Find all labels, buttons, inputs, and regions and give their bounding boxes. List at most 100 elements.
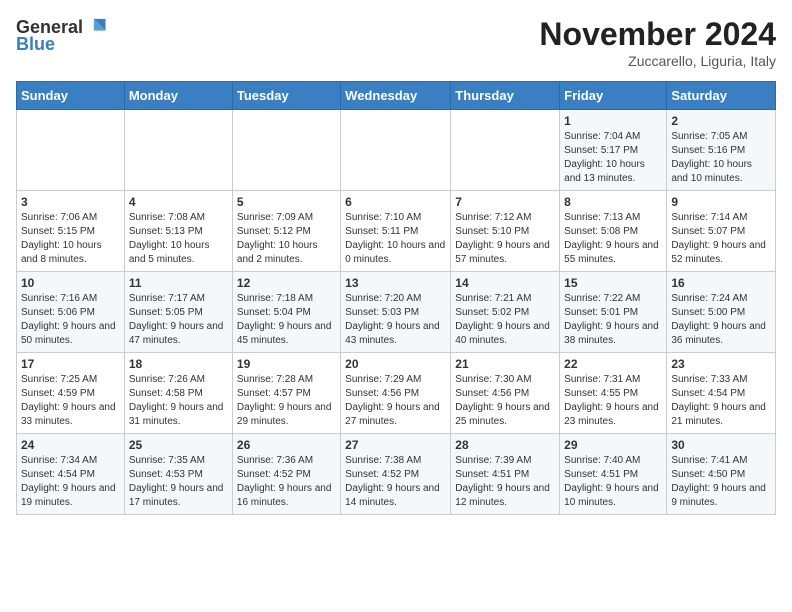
day-info: Sunrise: 7:34 AM Sunset: 4:54 PM Dayligh… — [21, 454, 120, 510]
calendar-body: 1 Sunrise: 7:04 AM Sunset: 5:17 PM Daylig… — [17, 110, 776, 515]
day-info: Sunrise: 7:21 AM Sunset: 5:02 PM Dayligh… — [455, 292, 555, 348]
day-info: Sunrise: 7:29 AM Sunset: 4:56 PM Dayligh… — [345, 373, 446, 429]
calendar-day-cell: 16 Sunrise: 7:24 AM Sunset: 5:00 PM Dayli… — [667, 272, 776, 353]
month-title: November 2024 — [539, 16, 776, 53]
logo-blue-text: Blue — [16, 34, 55, 55]
day-number: 1 — [564, 114, 662, 128]
day-info: Sunrise: 7:39 AM Sunset: 4:51 PM Dayligh… — [455, 454, 555, 510]
day-info: Sunrise: 7:16 AM Sunset: 5:06 PM Dayligh… — [21, 292, 120, 348]
calendar-day-cell: 17 Sunrise: 7:25 AM Sunset: 4:59 PM Dayli… — [17, 353, 125, 434]
calendar-day-cell: 22 Sunrise: 7:31 AM Sunset: 4:55 PM Dayli… — [560, 353, 667, 434]
calendar-day-cell: 11 Sunrise: 7:17 AM Sunset: 5:05 PM Dayli… — [124, 272, 232, 353]
day-info: Sunrise: 7:33 AM Sunset: 4:54 PM Dayligh… — [671, 373, 771, 429]
day-number: 8 — [564, 195, 662, 209]
day-number: 9 — [671, 195, 771, 209]
day-number: 23 — [671, 357, 771, 371]
day-info: Sunrise: 7:12 AM Sunset: 5:10 PM Dayligh… — [455, 211, 555, 267]
calendar-header: SundayMondayTuesdayWednesdayThursdayFrid… — [17, 82, 776, 110]
day-number: 13 — [345, 276, 446, 290]
calendar-day-cell: 18Sunrise: 7:26 AM Sunset: 4:58 PM Dayli… — [124, 353, 232, 434]
calendar-day-cell: 8Sunrise: 7:13 AM Sunset: 5:08 PM Daylig… — [560, 191, 667, 272]
day-info: Sunrise: 7:17 AM Sunset: 5:05 PM Dayligh… — [129, 292, 228, 348]
calendar-day-cell: 29 Sunrise: 7:40 AM Sunset: 4:51 PM Dayli… — [560, 434, 667, 515]
calendar-day-cell: 12 Sunrise: 7:18 AM Sunset: 5:04 PM Dayli… — [232, 272, 340, 353]
day-info: Sunrise: 7:22 AM Sunset: 5:01 PM Dayligh… — [564, 292, 662, 348]
day-info: Sunrise: 7:04 AM Sunset: 5:17 PM Dayligh… — [564, 130, 662, 186]
calendar-day-cell — [232, 110, 340, 191]
day-info: Sunrise: 7:06 AM Sunset: 5:15 PM Dayligh… — [21, 211, 120, 267]
header-row: SundayMondayTuesdayWednesdayThursdayFrid… — [17, 82, 776, 110]
location-subtitle: Zuccarello, Liguria, Italy — [539, 53, 776, 69]
calendar-week-row: 1 Sunrise: 7:04 AM Sunset: 5:17 PM Daylig… — [17, 110, 776, 191]
calendar-day-cell: 28 Sunrise: 7:39 AM Sunset: 4:51 PM Dayli… — [451, 434, 560, 515]
day-info: Sunrise: 7:40 AM Sunset: 4:51 PM Dayligh… — [564, 454, 662, 510]
day-number: 30 — [671, 438, 771, 452]
day-info: Sunrise: 7:30 AM Sunset: 4:56 PM Dayligh… — [455, 373, 555, 429]
day-number: 17 — [21, 357, 120, 371]
day-info: Sunrise: 7:35 AM Sunset: 4:53 PM Dayligh… — [129, 454, 228, 510]
day-number: 2 — [671, 114, 771, 128]
day-number: 19 — [237, 357, 336, 371]
calendar-day-cell: 25 Sunrise: 7:35 AM Sunset: 4:53 PM Dayli… — [124, 434, 232, 515]
day-number: 6 — [345, 195, 446, 209]
day-of-week-header: Sunday — [17, 82, 125, 110]
day-info: Sunrise: 7:08 AM Sunset: 5:13 PM Dayligh… — [129, 211, 228, 267]
day-number: 7 — [455, 195, 555, 209]
day-number: 11 — [129, 276, 228, 290]
day-info: Sunrise: 7:28 AM Sunset: 4:57 PM Dayligh… — [237, 373, 336, 429]
day-info: Sunrise: 7:24 AM Sunset: 5:00 PM Dayligh… — [671, 292, 771, 348]
calendar-week-row: 10 Sunrise: 7:16 AM Sunset: 5:06 PM Dayli… — [17, 272, 776, 353]
calendar-day-cell: 4 Sunrise: 7:08 AM Sunset: 5:13 PM Daylig… — [124, 191, 232, 272]
day-info: Sunrise: 7:09 AM Sunset: 5:12 PM Dayligh… — [237, 211, 336, 267]
day-number: 21 — [455, 357, 555, 371]
day-number: 27 — [345, 438, 446, 452]
day-number: 12 — [237, 276, 336, 290]
calendar-day-cell: 27Sunrise: 7:38 AM Sunset: 4:52 PM Dayli… — [341, 434, 451, 515]
calendar-day-cell: 3Sunrise: 7:06 AM Sunset: 5:15 PM Daylig… — [17, 191, 125, 272]
day-info: Sunrise: 7:41 AM Sunset: 4:50 PM Dayligh… — [671, 454, 771, 510]
calendar-table: SundayMondayTuesdayWednesdayThursdayFrid… — [16, 81, 776, 515]
day-number: 4 — [129, 195, 228, 209]
day-number: 10 — [21, 276, 120, 290]
day-of-week-header: Thursday — [451, 82, 560, 110]
day-number: 5 — [237, 195, 336, 209]
day-number: 29 — [564, 438, 662, 452]
day-info: Sunrise: 7:10 AM Sunset: 5:11 PM Dayligh… — [345, 211, 446, 267]
calendar-day-cell — [124, 110, 232, 191]
day-info: Sunrise: 7:05 AM Sunset: 5:16 PM Dayligh… — [671, 130, 771, 186]
calendar-week-row: 17 Sunrise: 7:25 AM Sunset: 4:59 PM Dayli… — [17, 353, 776, 434]
day-number: 16 — [671, 276, 771, 290]
calendar-day-cell — [17, 110, 125, 191]
calendar-day-cell: 15Sunrise: 7:22 AM Sunset: 5:01 PM Dayli… — [560, 272, 667, 353]
calendar-day-cell: 23 Sunrise: 7:33 AM Sunset: 4:54 PM Dayli… — [667, 353, 776, 434]
day-of-week-header: Monday — [124, 82, 232, 110]
calendar-day-cell: 24 Sunrise: 7:34 AM Sunset: 4:54 PM Dayli… — [17, 434, 125, 515]
calendar-day-cell: 7 Sunrise: 7:12 AM Sunset: 5:10 PM Daylig… — [451, 191, 560, 272]
logo: General Blue — [16, 16, 107, 55]
day-number: 20 — [345, 357, 446, 371]
calendar-day-cell: 2 Sunrise: 7:05 AM Sunset: 5:16 PM Daylig… — [667, 110, 776, 191]
day-of-week-header: Saturday — [667, 82, 776, 110]
day-info: Sunrise: 7:31 AM Sunset: 4:55 PM Dayligh… — [564, 373, 662, 429]
calendar-week-row: 24 Sunrise: 7:34 AM Sunset: 4:54 PM Dayli… — [17, 434, 776, 515]
calendar-day-cell: 6 Sunrise: 7:10 AM Sunset: 5:11 PM Daylig… — [341, 191, 451, 272]
calendar-day-cell: 30 Sunrise: 7:41 AM Sunset: 4:50 PM Dayli… — [667, 434, 776, 515]
day-info: Sunrise: 7:18 AM Sunset: 5:04 PM Dayligh… — [237, 292, 336, 348]
day-number: 22 — [564, 357, 662, 371]
title-section: November 2024 Zuccarello, Liguria, Italy — [539, 16, 776, 69]
calendar-day-cell — [341, 110, 451, 191]
day-info: Sunrise: 7:14 AM Sunset: 5:07 PM Dayligh… — [671, 211, 771, 267]
day-number: 26 — [237, 438, 336, 452]
calendar-week-row: 3Sunrise: 7:06 AM Sunset: 5:15 PM Daylig… — [17, 191, 776, 272]
day-of-week-header: Friday — [560, 82, 667, 110]
calendar-day-cell — [451, 110, 560, 191]
day-info: Sunrise: 7:25 AM Sunset: 4:59 PM Dayligh… — [21, 373, 120, 429]
calendar-day-cell: 21 Sunrise: 7:30 AM Sunset: 4:56 PM Dayli… — [451, 353, 560, 434]
day-info: Sunrise: 7:26 AM Sunset: 4:58 PM Dayligh… — [129, 373, 228, 429]
day-number: 25 — [129, 438, 228, 452]
day-number: 28 — [455, 438, 555, 452]
calendar-day-cell: 10 Sunrise: 7:16 AM Sunset: 5:06 PM Dayli… — [17, 272, 125, 353]
calendar-day-cell: 20 Sunrise: 7:29 AM Sunset: 4:56 PM Dayli… — [341, 353, 451, 434]
day-number: 14 — [455, 276, 555, 290]
day-number: 24 — [21, 438, 120, 452]
